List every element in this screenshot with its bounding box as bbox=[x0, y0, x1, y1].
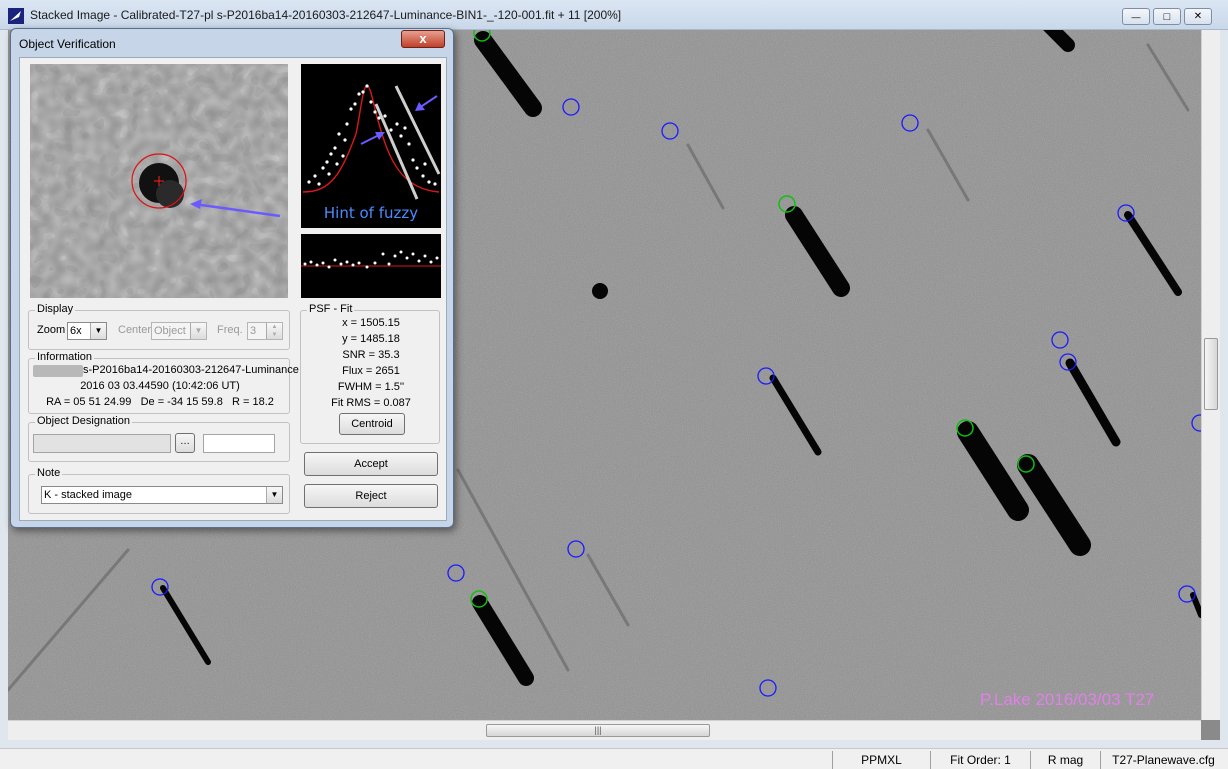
window-title: Stacked Image - Calibrated-T27-pl s-P201… bbox=[30, 8, 622, 22]
psf-annotation-text: Hint of fuzzy bbox=[324, 204, 418, 222]
spinner-arrows-icon: ▲ ▼ bbox=[266, 323, 282, 339]
display-group-label: Display bbox=[35, 303, 76, 315]
app-icon bbox=[8, 8, 24, 24]
status-catalog: PPMXL bbox=[832, 751, 930, 769]
image-signature: P.Lake 2016/03/03 T27 bbox=[980, 690, 1155, 709]
info-datetime: 2016 03 03.44590 (10:42:06 UT) bbox=[80, 380, 240, 392]
object-verification-dialog[interactable]: Object Verification x Hint of fuzzy Disp… bbox=[10, 28, 454, 528]
designation-code-input[interactable] bbox=[203, 434, 275, 453]
psf-flux: Flux = 2651 bbox=[342, 365, 400, 377]
chevron-down-icon: ▼ bbox=[266, 487, 282, 503]
target-asteroid[interactable] bbox=[592, 283, 608, 299]
object-designation-group: Object Designation … bbox=[28, 415, 290, 462]
psf-fit-group: PSF - Fit x = 1505.15 y = 1485.18 SNR = … bbox=[300, 303, 440, 444]
freq-value: 3 bbox=[250, 325, 257, 337]
psf-fwhm: FWHM = 1.5'' bbox=[337, 381, 405, 393]
psf-y: y = 1485.18 bbox=[342, 333, 400, 345]
main-titlebar[interactable]: Stacked Image - Calibrated-T27-pl s-P201… bbox=[0, 0, 1228, 30]
freq-spinner[interactable]: 3 ▲ ▼ bbox=[247, 322, 283, 340]
freq-label: Freq. bbox=[217, 324, 243, 336]
dialog-close-button[interactable]: x bbox=[401, 30, 445, 48]
information-group-label: Information bbox=[35, 351, 95, 363]
info-image-name: s-P2016ba14-20160303-212647-Luminance bbox=[83, 364, 299, 376]
psf-snr: SNR = 35.3 bbox=[342, 349, 400, 361]
horizontal-scrollbar[interactable]: ||| bbox=[8, 720, 1201, 740]
designation-lookup-button[interactable]: … bbox=[175, 433, 195, 453]
zoom-value: 6x bbox=[70, 325, 82, 337]
horizontal-scroll-thumb[interactable]: ||| bbox=[486, 724, 710, 737]
maximize-icon: □ bbox=[1163, 10, 1171, 23]
psf-residuals-graph bbox=[301, 234, 441, 298]
chevron-down-icon: ▼ bbox=[190, 323, 206, 339]
vertical-scroll-thumb[interactable] bbox=[1204, 338, 1218, 410]
close-icon: x bbox=[419, 31, 427, 46]
center-select[interactable]: Object ▼ bbox=[151, 322, 207, 340]
close-window-button[interactable]: ✕ bbox=[1184, 8, 1212, 25]
chevron-down-icon: ▼ bbox=[90, 323, 106, 339]
note-value: K - stacked image bbox=[44, 489, 133, 501]
vertical-scrollbar[interactable] bbox=[1201, 30, 1220, 720]
status-bar: PPMXL Fit Order: 1 R mag T27-Planewave.c… bbox=[0, 748, 1228, 769]
reject-button-label: Reject bbox=[355, 490, 387, 502]
centroid-button[interactable]: Centroid bbox=[339, 413, 405, 435]
maximize-button[interactable]: □ bbox=[1153, 8, 1181, 25]
dialog-title: Object Verification bbox=[19, 37, 116, 51]
psf-profile-graph: Hint of fuzzy bbox=[301, 64, 441, 228]
close-icon: ✕ bbox=[1193, 11, 1203, 22]
zoom-select[interactable]: 6x ▼ bbox=[67, 322, 107, 340]
minimize-button[interactable]: — bbox=[1122, 8, 1150, 25]
accept-button-label: Accept bbox=[354, 458, 388, 470]
psf-fit-label: PSF - Fit bbox=[307, 303, 355, 315]
center-label: Center bbox=[118, 324, 152, 336]
dialog-body: Hint of fuzzy Display Zoom 6x ▼ Center O… bbox=[19, 57, 447, 521]
note-select[interactable]: K - stacked image ▼ bbox=[41, 486, 283, 504]
psf-x: x = 1505.15 bbox=[342, 317, 400, 329]
redacted-block bbox=[33, 365, 83, 377]
status-config: T27-Planewave.cfg bbox=[1100, 751, 1226, 769]
note-group-label: Note bbox=[35, 467, 63, 479]
centroid-button-label: Centroid bbox=[351, 418, 393, 430]
display-group: Display Zoom 6x ▼ Center Object ▼ Freq. … bbox=[28, 303, 290, 350]
accept-button[interactable]: Accept bbox=[304, 452, 438, 476]
status-mag-band: R mag bbox=[1030, 751, 1100, 769]
psf-fit-rms: Fit RMS = 0.087 bbox=[331, 397, 411, 409]
note-group: Note K - stacked image ▼ bbox=[28, 467, 290, 514]
zoomed-object-thumbnail[interactable] bbox=[30, 64, 288, 298]
info-coordinates: RA = 05 51 24.99 De = -34 15 59.8 R = 18… bbox=[46, 396, 274, 408]
status-fit-order: Fit Order: 1 bbox=[930, 751, 1030, 769]
reject-button[interactable]: Reject bbox=[304, 484, 438, 508]
information-group: Information s-P2016ba14-20160303-212647-… bbox=[28, 351, 299, 414]
minimize-icon: — bbox=[1131, 11, 1141, 22]
object-designation-label: Object Designation bbox=[35, 415, 132, 427]
lookup-icon: … bbox=[180, 436, 190, 447]
zoom-label: Zoom bbox=[37, 324, 66, 336]
designation-input[interactable] bbox=[33, 434, 171, 453]
center-value: Object bbox=[154, 325, 186, 337]
